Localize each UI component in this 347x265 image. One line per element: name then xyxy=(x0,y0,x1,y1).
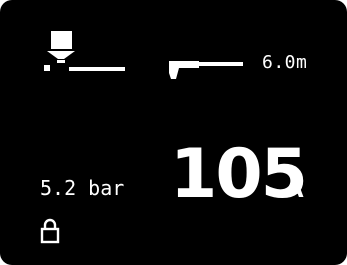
plasma-cutter-display: 6.0m 5.2 bar 105 A xyxy=(0,0,347,265)
cutting-current-unit: A xyxy=(285,175,304,203)
torch-on-plate-icon xyxy=(44,31,125,71)
torch-cable-icon xyxy=(169,61,243,79)
cable-length-value: 6.0m xyxy=(262,52,308,73)
lock-icon xyxy=(40,218,60,244)
cutting-current-value: 105 xyxy=(170,135,308,214)
air-pressure-value: 5.2 bar xyxy=(40,176,125,200)
